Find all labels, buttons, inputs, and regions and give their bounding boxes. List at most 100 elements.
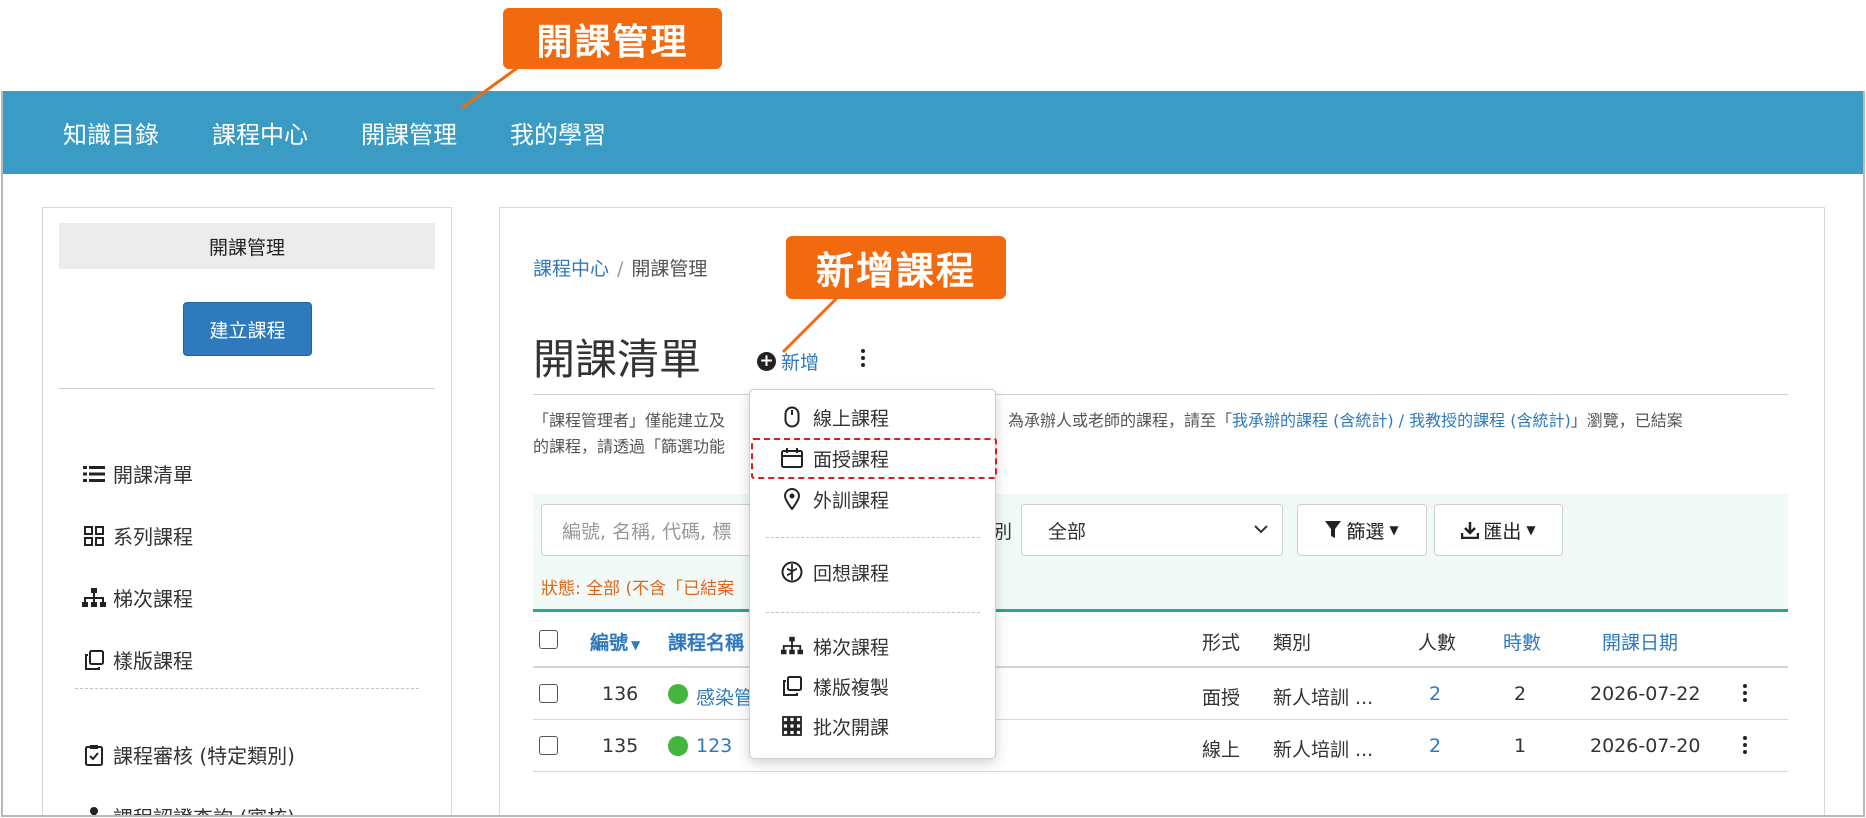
sidebar-item-series-courses[interactable]: 系列課程 xyxy=(81,521,193,550)
filter-icon xyxy=(1325,521,1342,539)
column-header-format: 形式 xyxy=(1202,632,1241,654)
status-filter-text: 狀態: 全部 (不含「已結案 xyxy=(541,579,735,599)
row-course-name[interactable]: 感染管 xyxy=(696,683,753,710)
row-course-name[interactable]: 123 xyxy=(696,735,732,757)
status-dot xyxy=(668,736,688,756)
caret-down-icon: ▼ xyxy=(1526,523,1536,537)
row-date: 2026-07-22 xyxy=(1590,683,1701,705)
brain-icon xyxy=(781,561,803,583)
menu-item-bulk-course[interactable]: 批次開課 xyxy=(750,709,995,743)
category-select[interactable]: 全部 xyxy=(1021,504,1283,556)
breadcrumb-home-link[interactable]: 課程中心 xyxy=(533,258,609,280)
sidebar-item-label: 開課清單 xyxy=(113,463,193,487)
sitemap-icon xyxy=(781,635,803,657)
row-people[interactable]: 2 xyxy=(1429,735,1441,757)
category-select-value: 全部 xyxy=(1048,520,1087,543)
row-people[interactable]: 2 xyxy=(1429,683,1441,705)
notice-line2: 的課程，請透過「篩選功能 xyxy=(533,437,726,456)
download-icon xyxy=(1461,521,1480,539)
row-type: 新人培訓 ... xyxy=(1273,739,1374,761)
table-row: 135 123 線上 新人培訓 ... 2 1 2026-07-20 xyxy=(533,720,1788,772)
filter-button-label: 篩選 xyxy=(1346,520,1385,543)
create-course-button[interactable]: 建立課程 xyxy=(183,302,312,356)
more-options-icon[interactable] xyxy=(858,349,868,367)
row-checkbox[interactable] xyxy=(539,684,558,703)
row-type: 新人培訓 ... xyxy=(1273,687,1374,709)
table-row: 136 感染管 面授 新人培訓 ... 2 2 2026-07-22 xyxy=(533,668,1788,720)
breadcrumb: 課程中心 / 開課管理 xyxy=(533,254,707,281)
menu-item-label: 線上課程 xyxy=(813,407,890,430)
status-dot xyxy=(668,684,688,704)
chevron-down-icon xyxy=(1254,519,1268,538)
filter-button[interactable]: 篩選 ▼ xyxy=(1297,504,1427,556)
select-all-checkbox[interactable] xyxy=(539,630,558,649)
search-input[interactable]: 編號, 名稱, 代碼, 標 xyxy=(541,504,761,556)
menu-item-recall-course[interactable]: 回想課程 xyxy=(750,555,995,589)
filter-area: 編號, 名稱, 代碼, 標 別 全部 篩選 ▼ 匯出 ▼ 狀態: 全部 (不含「… xyxy=(533,494,1788,612)
column-header-type: 類別 xyxy=(1273,632,1312,654)
page-title: 開課清單 xyxy=(533,335,702,384)
clipboard-check-icon xyxy=(81,742,107,768)
column-header-id-label: 編號 xyxy=(590,632,629,654)
sidebar-item-label: 樣版課程 xyxy=(113,649,193,673)
grid-icon xyxy=(781,715,803,737)
nav-item-course-management[interactable]: 開課管理 xyxy=(361,115,457,150)
copy-icon xyxy=(781,675,803,697)
sidebar-item-label: 課程審核 (特定類別) xyxy=(113,744,295,768)
breadcrumb-current: 開課管理 xyxy=(631,258,708,280)
menu-item-online-course[interactable]: 線上課程 xyxy=(750,400,995,434)
sidebar-item-label: 系列課程 xyxy=(113,525,193,549)
nav-item-my-learning[interactable]: 我的學習 xyxy=(510,115,606,150)
menu-item-classroom-course[interactable]: 面授課程 xyxy=(750,441,995,475)
column-header-date[interactable]: 開課日期 xyxy=(1602,628,1678,655)
column-header-hours[interactable]: 時數 xyxy=(1503,628,1541,655)
sidebar-title: 開課管理 xyxy=(59,223,435,269)
menu-item-batch-course[interactable]: 梯次課程 xyxy=(750,629,995,663)
menu-divider xyxy=(766,537,980,538)
map-pin-icon xyxy=(781,488,803,510)
title-divider xyxy=(533,394,1788,395)
row-date: 2026-07-20 xyxy=(1590,735,1701,757)
row-hours: 2 xyxy=(1514,683,1527,705)
mouse-icon xyxy=(781,406,803,428)
row-actions-icon[interactable] xyxy=(1740,736,1750,754)
sidebar-item-template-courses[interactable]: 樣版課程 xyxy=(81,645,193,674)
menu-item-label: 梯次課程 xyxy=(813,636,890,659)
sidebar-divider xyxy=(59,388,435,389)
menu-item-label: 回想課程 xyxy=(813,562,890,585)
menu-item-external-course[interactable]: 外訓課程 xyxy=(750,482,995,516)
row-format: 面授 xyxy=(1202,687,1241,709)
stamp-icon xyxy=(81,804,107,815)
sidebar-item-course-review[interactable]: 課程審核 (特定類別) xyxy=(81,740,295,769)
main-panel: 課程中心 / 開課管理 開課清單 + 新增 「課程管理者」僅能建立及 為承辦人或老師… xyxy=(499,207,1825,815)
row-hours: 1 xyxy=(1514,735,1527,757)
notice-link[interactable]: 我承辦的課程 (含統計) / 我教授的課程 (含統計) xyxy=(1232,411,1571,430)
row-format: 線上 xyxy=(1202,739,1241,761)
sidebar-dashed-divider xyxy=(75,688,419,689)
sidebar-item-course-list[interactable]: 開課清單 xyxy=(81,459,193,488)
row-checkbox[interactable] xyxy=(539,736,558,755)
sidebar: 開課管理 建立課程 開課清單 系列課程 梯次課程 樣版課程 課程審核 (特定類別… xyxy=(42,207,452,815)
row-actions-icon[interactable] xyxy=(1740,684,1750,702)
column-header-id[interactable]: 編號 ▼ xyxy=(590,628,640,655)
sidebar-item-certification-query[interactable]: 課程認證查詢 (審核) xyxy=(81,802,295,815)
export-button[interactable]: 匯出 ▼ xyxy=(1434,504,1563,556)
column-header-people: 人數 xyxy=(1418,632,1457,654)
notice-line1b: 為承辦人或老師的課程，請至「我承辦的課程 (含統計) / 我教授的課程 (含統計… xyxy=(1008,408,1683,434)
menu-item-template-copy[interactable]: 樣版複製 xyxy=(750,669,995,703)
table-header: 編號 ▼ 課程名稱 形式 類別 人數 時數 開課日期 xyxy=(533,612,1788,668)
callout-course-management: 開課管理 xyxy=(503,8,722,69)
list-icon xyxy=(81,461,107,487)
sidebar-item-batch-courses[interactable]: 梯次課程 xyxy=(81,583,193,612)
add-course-dropdown: 線上課程 面授課程 外訓課程 回想課程 梯次課程 樣版複製 批次開課 xyxy=(749,389,997,759)
column-header-name[interactable]: 課程名稱 xyxy=(668,628,744,655)
notice-line1a: 「課程管理者」僅能建立及 xyxy=(533,411,726,430)
calendar-icon xyxy=(781,447,803,469)
callout-new-course: 新增課程 xyxy=(786,236,1006,299)
add-course-button[interactable]: + 新增 xyxy=(757,348,819,375)
sidebar-item-label: 梯次課程 xyxy=(113,587,193,611)
caret-down-icon: ▼ xyxy=(1389,523,1399,537)
nav-item-knowledge[interactable]: 知識目錄 xyxy=(63,115,159,150)
nav-item-course-center[interactable]: 課程中心 xyxy=(212,115,308,150)
notice-line1c-text: 」瀏覽，已結案 xyxy=(1570,411,1683,430)
